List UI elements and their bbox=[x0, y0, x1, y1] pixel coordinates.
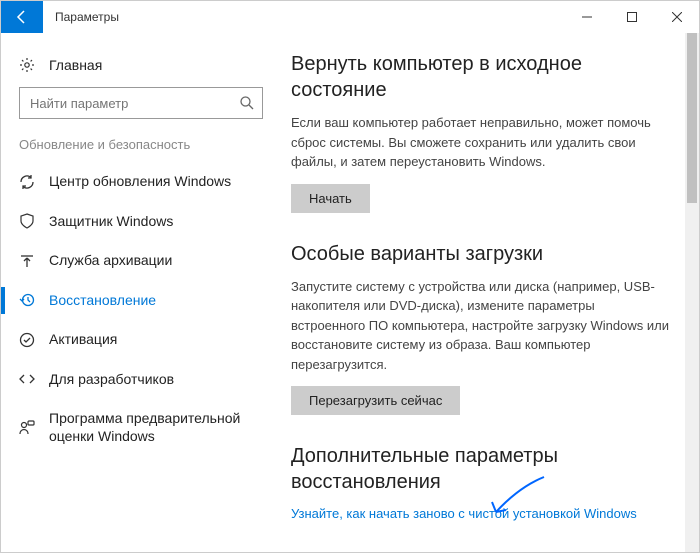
sidebar-group-label: Обновление и безопасность bbox=[1, 137, 281, 162]
window-body: Главная Обновление и безопасность Центр … bbox=[1, 33, 699, 552]
gear-icon bbox=[19, 57, 35, 73]
section-heading: Вернуть компьютер в исходное состояние bbox=[291, 51, 669, 103]
section-heading: Особые варианты загрузки bbox=[291, 241, 669, 267]
sidebar-item-backup[interactable]: Служба архивации bbox=[1, 241, 281, 281]
check-circle-icon bbox=[19, 332, 35, 348]
section-more-recovery: Дополнительные параметры восстановления … bbox=[291, 443, 669, 523]
reset-start-button[interactable]: Начать bbox=[291, 184, 370, 213]
section-body: Если ваш компьютер работает неправильно,… bbox=[291, 113, 669, 172]
sidebar-home-label: Главная bbox=[49, 57, 102, 73]
sidebar: Главная Обновление и безопасность Центр … bbox=[1, 33, 281, 552]
sidebar-item-label: Восстановление bbox=[49, 292, 156, 310]
maximize-icon bbox=[627, 12, 637, 22]
window-controls bbox=[564, 1, 699, 33]
sidebar-item-defender[interactable]: Защитник Windows bbox=[1, 202, 281, 242]
close-icon bbox=[672, 12, 682, 22]
sidebar-home[interactable]: Главная bbox=[1, 49, 281, 81]
shield-icon bbox=[19, 213, 35, 229]
backup-icon bbox=[19, 253, 35, 269]
search-icon bbox=[239, 95, 255, 111]
search-input[interactable] bbox=[19, 87, 263, 119]
section-body: Запустите систему с устройства или диска… bbox=[291, 277, 669, 375]
maximize-button[interactable] bbox=[609, 1, 654, 33]
minimize-button[interactable] bbox=[564, 1, 609, 33]
arrow-left-icon bbox=[14, 9, 30, 25]
minimize-icon bbox=[582, 12, 592, 22]
section-advanced-startup: Особые варианты загрузки Запустите систе… bbox=[291, 241, 669, 416]
code-icon bbox=[19, 371, 35, 387]
person-feedback-icon bbox=[19, 420, 35, 436]
scrollbar[interactable] bbox=[685, 33, 699, 552]
section-reset: Вернуть компьютер в исходное состояние Е… bbox=[291, 51, 669, 213]
sidebar-item-insider[interactable]: Программа предварительной оценки Windows bbox=[1, 399, 281, 456]
content-pane: Вернуть компьютер в исходное состояние Е… bbox=[281, 33, 699, 552]
sidebar-item-label: Активация bbox=[49, 331, 117, 349]
search-wrap bbox=[19, 87, 263, 119]
titlebar: Параметры bbox=[1, 1, 699, 33]
fresh-start-link[interactable]: Узнайте, как начать заново с чистой уста… bbox=[291, 506, 637, 521]
sidebar-item-developers[interactable]: Для разработчиков bbox=[1, 360, 281, 400]
sidebar-item-recovery[interactable]: Восстановление bbox=[1, 281, 281, 321]
sidebar-item-activation[interactable]: Активация bbox=[1, 320, 281, 360]
back-button[interactable] bbox=[1, 1, 43, 33]
window-title: Параметры bbox=[43, 10, 564, 24]
sidebar-item-label: Для разработчиков bbox=[49, 371, 174, 389]
sidebar-item-label: Программа предварительной оценки Windows bbox=[49, 410, 263, 445]
section-heading: Дополнительные параметры восстановления bbox=[291, 443, 669, 495]
sidebar-item-label: Служба архивации bbox=[49, 252, 172, 270]
settings-window: Параметры Главная bbox=[0, 0, 700, 553]
sync-icon bbox=[19, 174, 35, 190]
sidebar-item-windows-update[interactable]: Центр обновления Windows bbox=[1, 162, 281, 202]
restart-now-button[interactable]: Перезагрузить сейчас bbox=[291, 386, 460, 415]
close-button[interactable] bbox=[654, 1, 699, 33]
sidebar-item-label: Центр обновления Windows bbox=[49, 173, 231, 191]
scrollthumb[interactable] bbox=[687, 33, 697, 203]
sidebar-item-label: Защитник Windows bbox=[49, 213, 173, 231]
history-icon bbox=[19, 292, 35, 308]
